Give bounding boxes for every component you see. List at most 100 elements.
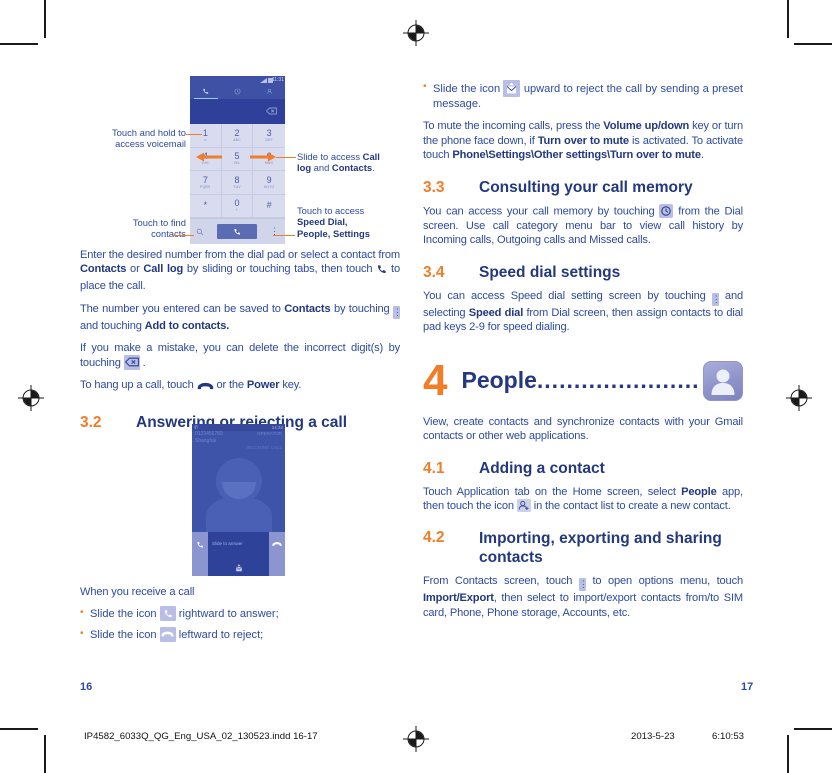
paragraph-hang-up: To hang up a call, touch or the Power ke… [80,378,400,395]
leader-find-contacts [172,235,194,237]
dialpad-phone-icon [203,88,209,94]
key-1[interactable]: 1 ∞ [190,124,222,148]
text-run-bold: Import/Export [423,592,494,605]
paragraph-enter-number: Enter the desired number from the dial p… [80,248,400,294]
receive-call-label: When you receive a call [80,586,195,598]
tab-call-log[interactable] [222,84,254,99]
crop-mark-bottom-left-h [0,728,38,730]
callout-find-contacts: Touch to find contacts [90,217,186,240]
section-title-line-2: contacts [479,549,543,567]
section-number: 3.4 [423,264,445,282]
key-sub: DEF [265,137,273,142]
text-run-bold: Speed dial [468,307,524,320]
reject-call-icon [272,542,282,546]
backspace-icon[interactable] [266,107,277,115]
tab-contacts[interactable] [253,84,285,99]
key-digit: 1 [202,127,208,138]
message-reject-icon[interactable] [234,564,243,573]
crop-mark-bottom-right-h [794,728,832,730]
overflow-dots-icon: ⋮ [711,293,721,307]
slide-right-arrow [250,152,276,162]
message-reject-icon [503,80,521,97]
call-button[interactable] [217,224,257,239]
text-run-bold: Contacts [80,263,127,276]
backspace-icon [123,355,140,371]
text-run-bold: Contacts [284,302,331,315]
crop-mark-top-right-h [794,43,832,45]
text-run: To mute the incoming calls, press the [423,120,604,133]
answer-reject-slider[interactable]: Slide to answer ··· [192,532,285,576]
paragraph-save-number: The number you entered can be saved to C… [80,302,402,333]
section-number: 3.2 [80,414,102,432]
imprint-time: 6:10:53 [712,731,745,742]
imprint-filename: IP4582_6033Q_QG_Eng_USA_02_130523.indd 1… [84,731,318,742]
left-column-body: Enter the desired number from the dial p… [80,248,402,439]
key-sub: ∞ [204,137,207,142]
section-heading-4-2: 4.2 Importing, exporting and sharing con… [423,529,743,567]
answer-call-icon [159,606,176,622]
paragraph-import-export: From Contacts screen, touch ⋮ to open op… [423,574,743,619]
key-hash[interactable]: # [253,195,285,218]
key-7[interactable]: 7 PQRS [190,171,222,195]
key-sub: PQRS [200,184,211,189]
callout-line-2: contacts [151,228,186,240]
registration-mark-top [403,20,429,46]
slide-left-arrow [196,152,222,162]
status-clock: 11:31 [271,76,284,83]
crop-mark-top-left-h [0,43,38,45]
text-run-bold: Power [246,379,280,392]
section-heading-3-3: 3.3 Consulting your call memory [423,178,743,197]
paragraph-call-memory: You can access your call memory by touch… [423,204,743,247]
phone-receiver-icon [376,264,387,279]
key-3[interactable]: 3 DEF [253,124,285,148]
key-8[interactable]: 8 TUV [221,171,254,195]
bullet-answer: Slide the icon rightward to answer; [80,606,400,622]
dialer-number-input[interactable] [190,99,285,124]
text-run: The number you entered can be saved to [80,302,285,315]
slide-to-answer-label: Slide to answer [212,541,243,546]
callout-text-mid: and [311,162,332,174]
callout-voicemail: Touch and hold to access voicemail [88,127,186,150]
reject-call-icon [159,626,176,642]
incoming-call-screen-mockup: ✆ 14:32 0123456789 Shanghai OPERATOR INC… [192,424,285,576]
paragraph-adding-contact: Touch Application tab on the Home screen… [423,485,743,513]
operator-label: OPERATOR [257,431,282,436]
key-digit: 3 [266,127,272,138]
call-status-bar: ✆ 14:32 [192,424,285,431]
text-run: To hang up a call, touch [80,379,197,392]
bullet-text-before: Slide the icon [90,628,160,641]
caller-location-text: Shanghai [195,437,217,444]
key-digit: 8 [234,174,240,185]
status-left-icons: ✆ [194,424,199,431]
key-5[interactable]: 5 JKL [221,147,254,171]
registration-mark-right [786,385,812,411]
key-star[interactable]: * [190,194,222,218]
callout-line-1: Touch and hold to [111,127,186,138]
caller-number-text: 0123456789 [195,431,223,437]
reject-handle[interactable] [269,532,285,576]
registration-mark-left [18,385,44,411]
callout-text-after: . [372,162,375,174]
callout-access-label: Touch to access [297,205,365,216]
callout-line-1: Touch to find [132,217,186,228]
text-run: or [126,263,144,276]
tab-dialpad[interactable] [190,84,222,99]
key-2[interactable]: 2 ABC [221,124,254,148]
bullet-text-before: Slide the icon [433,83,504,95]
imprint-date: 2013-5-23 [631,731,675,742]
search-icon[interactable] [196,228,204,236]
crop-mark-top-left-v [44,0,46,38]
section-title: Consulting your call memory [479,179,693,197]
receive-call-bullets: Slide the icon rightward to answer; Slid… [80,606,400,642]
answer-call-icon [197,542,203,548]
text-run: Touch Application tab on the Home screen… [423,485,682,498]
section-title: Importing, exporting and sharing contact… [479,529,722,567]
callout-bold-speed-dial: Speed Dial, [297,216,348,228]
key-9[interactable]: 9 WXYZ [253,171,285,195]
key-0[interactable]: 0 + [221,194,254,218]
chapter-heading-4: 4 People ...................... [423,355,743,405]
chapter-number: 4 [423,355,448,405]
crop-mark-bottom-right-v [787,735,789,773]
answer-handle[interactable] [192,532,208,576]
key-digit: 5 [234,151,240,162]
